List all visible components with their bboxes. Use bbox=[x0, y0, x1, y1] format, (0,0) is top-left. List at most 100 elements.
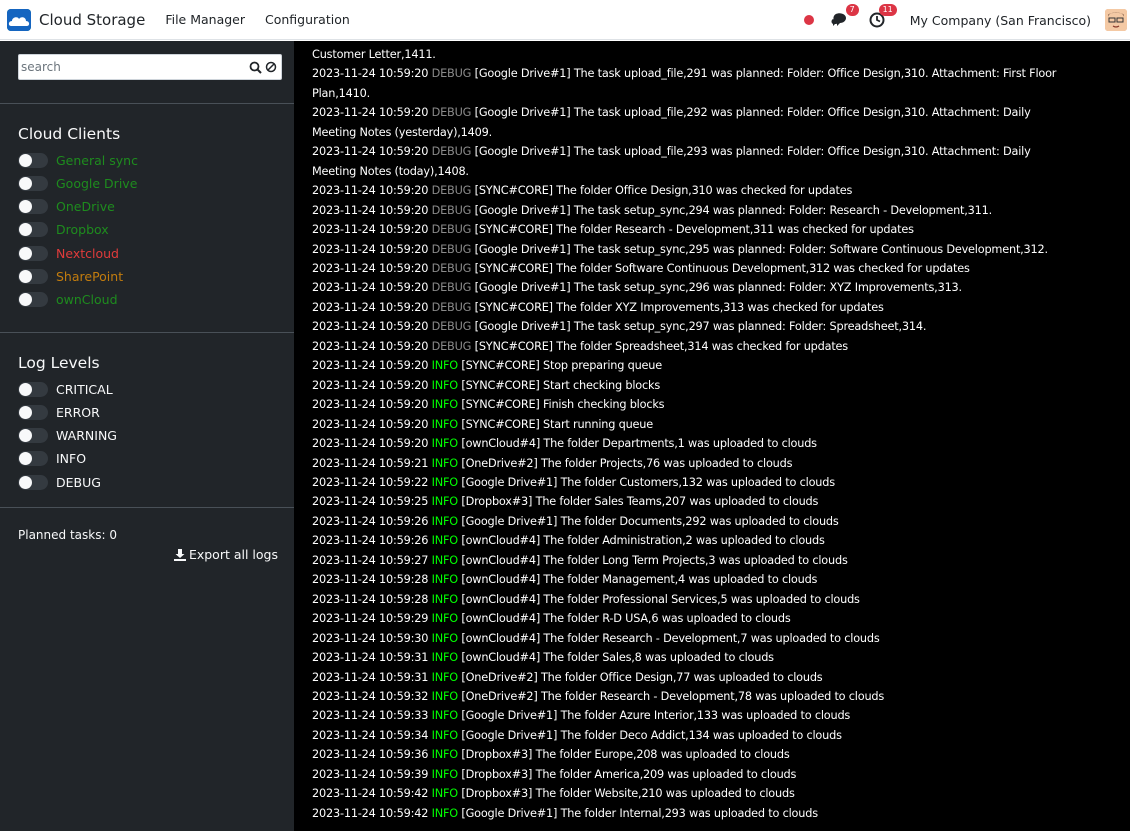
chat-icon bbox=[831, 13, 846, 26]
log-message: [OneDrive#2] The folder Office Design,77… bbox=[461, 670, 823, 684]
log-level: INFO bbox=[431, 553, 459, 567]
cloud-client-label: Nextcloud bbox=[56, 245, 119, 261]
toggle-switch[interactable] bbox=[18, 245, 48, 261]
cloud-client-toggle[interactable]: Nextcloud bbox=[18, 243, 119, 263]
toggle-switch[interactable] bbox=[18, 404, 48, 420]
log-timestamp: 2023-11-24 10:59:39 bbox=[312, 767, 429, 781]
toggle-switch[interactable] bbox=[18, 292, 48, 308]
cloud-client-label: OneDrive bbox=[56, 199, 115, 215]
messages-badge: 7 bbox=[845, 4, 859, 16]
menu-configuration[interactable]: Configuration bbox=[265, 12, 350, 27]
log-level-toggle[interactable]: CRITICAL bbox=[18, 379, 113, 399]
sidebar-divider bbox=[0, 507, 294, 508]
log-line: 2023-11-24 10:59:20 DEBUG [SYNC#CORE] Th… bbox=[312, 298, 1118, 317]
toggle-switch[interactable] bbox=[18, 474, 48, 490]
log-line: 2023-11-24 10:59:31 INFO [ownCloud#4] Th… bbox=[312, 648, 1118, 667]
log-viewer[interactable]: Customer Letter,1411. 2023-11-24 10:59:20… bbox=[294, 41, 1130, 831]
log-timestamp: 2023-11-24 10:59:34 bbox=[312, 728, 429, 742]
log-lines: Customer Letter,1411. 2023-11-24 10:59:20… bbox=[312, 45, 1118, 823]
cloud-client-toggle[interactable]: General sync bbox=[18, 150, 138, 170]
log-timestamp: 2023-11-24 10:59:20 bbox=[312, 203, 429, 217]
log-line: 2023-11-24 10:59:20 INFO [SYNC#CORE] Sta… bbox=[312, 376, 1118, 395]
clear-icon[interactable] bbox=[265, 61, 277, 73]
search-icon[interactable] bbox=[249, 61, 262, 74]
log-line: 2023-11-24 10:59:20 DEBUG [Google Drive#… bbox=[312, 64, 1118, 83]
log-level: INFO bbox=[431, 670, 459, 684]
log-level-label: WARNING bbox=[56, 428, 117, 444]
log-line: 2023-11-24 10:59:20 DEBUG [SYNC#CORE] Th… bbox=[312, 259, 1118, 278]
cloud-client-toggle[interactable]: OneDrive bbox=[18, 197, 115, 217]
cloud-client-toggle[interactable]: ownCloud bbox=[18, 290, 118, 310]
toggle-switch[interactable] bbox=[18, 175, 48, 191]
log-level: INFO bbox=[431, 475, 459, 489]
log-message: [Google Drive#1] The folder Documents,29… bbox=[461, 514, 839, 528]
log-line: 2023-11-24 10:59:20 DEBUG [Google Drive#… bbox=[312, 142, 1118, 161]
log-level-toggle[interactable]: INFO bbox=[18, 449, 86, 469]
log-message: [SYNC#CORE] Start running queue bbox=[461, 417, 653, 431]
log-message: [Google Drive#1] The task setup_sync,295… bbox=[474, 242, 1049, 256]
log-timestamp: 2023-11-24 10:59:20 bbox=[312, 67, 429, 81]
log-level: INFO bbox=[431, 787, 459, 801]
log-line: 2023-11-24 10:59:20 DEBUG [Google Drive#… bbox=[312, 240, 1118, 259]
log-level: DEBUG bbox=[431, 203, 472, 217]
toggle-switch[interactable] bbox=[18, 152, 48, 168]
log-message: Meeting Notes (today),1408. bbox=[312, 164, 469, 178]
log-level: INFO bbox=[431, 709, 459, 723]
company-switcher[interactable]: My Company (San Francisco) bbox=[910, 13, 1091, 28]
log-line: 2023-11-24 10:59:28 INFO [ownCloud#4] Th… bbox=[312, 570, 1118, 589]
log-line: 2023-11-24 10:59:20 DEBUG [SYNC#CORE] Th… bbox=[312, 181, 1118, 200]
log-message: [Google Drive#1] The task upload_file,29… bbox=[474, 145, 1031, 159]
log-levels-title: Log Levels bbox=[18, 354, 100, 372]
top-navbar: Cloud Storage File Manager Configuration… bbox=[0, 0, 1130, 40]
toggle-switch[interactable] bbox=[18, 199, 48, 215]
toggle-switch[interactable] bbox=[18, 428, 48, 444]
user-avatar[interactable] bbox=[1105, 9, 1127, 31]
log-level-toggle[interactable]: DEBUG bbox=[18, 472, 101, 492]
log-level: INFO bbox=[431, 398, 459, 412]
status-dot-icon bbox=[803, 15, 814, 25]
cloud-client-label: ownCloud bbox=[56, 292, 118, 308]
log-line: 2023-11-24 10:59:28 INFO [ownCloud#4] Th… bbox=[312, 590, 1118, 609]
cloud-client-label: Dropbox bbox=[56, 222, 109, 238]
log-message: Plan,1410. bbox=[312, 86, 370, 100]
log-message: [ownCloud#4] The folder Professional Ser… bbox=[461, 592, 860, 606]
toggle-switch[interactable] bbox=[18, 381, 48, 397]
log-timestamp: 2023-11-24 10:59:26 bbox=[312, 534, 429, 548]
log-level: INFO bbox=[431, 728, 459, 742]
log-line: Meeting Notes (yesterday),1409. bbox=[312, 123, 1118, 142]
toggle-switch[interactable] bbox=[18, 451, 48, 467]
log-message: [Dropbox#3] The folder Website,210 was u… bbox=[461, 787, 795, 801]
toggle-switch[interactable] bbox=[18, 222, 48, 238]
messages-button[interactable]: 7 bbox=[828, 4, 859, 31]
log-level-toggle[interactable]: ERROR bbox=[18, 402, 100, 422]
cloud-client-toggle[interactable]: Google Drive bbox=[18, 173, 137, 193]
activities-button[interactable]: 11 bbox=[866, 4, 897, 31]
log-level: DEBUG bbox=[431, 320, 472, 334]
log-message: [OneDrive#2] The folder Projects,76 was … bbox=[461, 456, 793, 470]
app-name: Cloud Storage bbox=[39, 10, 146, 29]
cloud-client-label: SharePoint bbox=[56, 269, 124, 284]
export-logs-button[interactable]: Export all logs bbox=[173, 547, 278, 562]
log-timestamp: 2023-11-24 10:59:20 bbox=[312, 398, 429, 412]
log-line: 2023-11-24 10:59:25 INFO [Dropbox#3] The… bbox=[312, 492, 1118, 511]
log-timestamp: 2023-11-24 10:59:20 bbox=[312, 437, 429, 451]
log-message: [SYNC#CORE] The folder XYZ Improvements,… bbox=[474, 300, 884, 314]
cloud-clients-title: Cloud Clients bbox=[18, 125, 121, 143]
log-level: INFO bbox=[431, 592, 459, 606]
app-brand[interactable]: Cloud Storage bbox=[7, 8, 146, 31]
log-message: [SYNC#CORE] The folder Office Design,310… bbox=[474, 184, 853, 198]
cloud-client-toggle[interactable]: Dropbox bbox=[18, 220, 109, 240]
log-message: [Dropbox#3] The folder America,209 was u… bbox=[461, 767, 797, 781]
log-level-label: DEBUG bbox=[56, 474, 101, 490]
log-level: INFO bbox=[431, 748, 459, 762]
log-level: INFO bbox=[431, 495, 459, 509]
cloud-client-toggle[interactable]: SharePoint bbox=[18, 267, 123, 287]
log-level-toggle[interactable]: WARNING bbox=[18, 426, 117, 446]
log-timestamp: 2023-11-24 10:59:31 bbox=[312, 670, 429, 684]
log-message: [SYNC#CORE] Stop preparing queue bbox=[461, 359, 663, 373]
log-message: [SYNC#CORE] Start checking blocks bbox=[461, 378, 661, 392]
toggle-switch[interactable] bbox=[18, 269, 48, 284]
log-line: 2023-11-24 10:59:26 INFO [ownCloud#4] Th… bbox=[312, 531, 1118, 550]
menu-file-manager[interactable]: File Manager bbox=[165, 12, 245, 27]
search-input[interactable] bbox=[19, 56, 249, 78]
